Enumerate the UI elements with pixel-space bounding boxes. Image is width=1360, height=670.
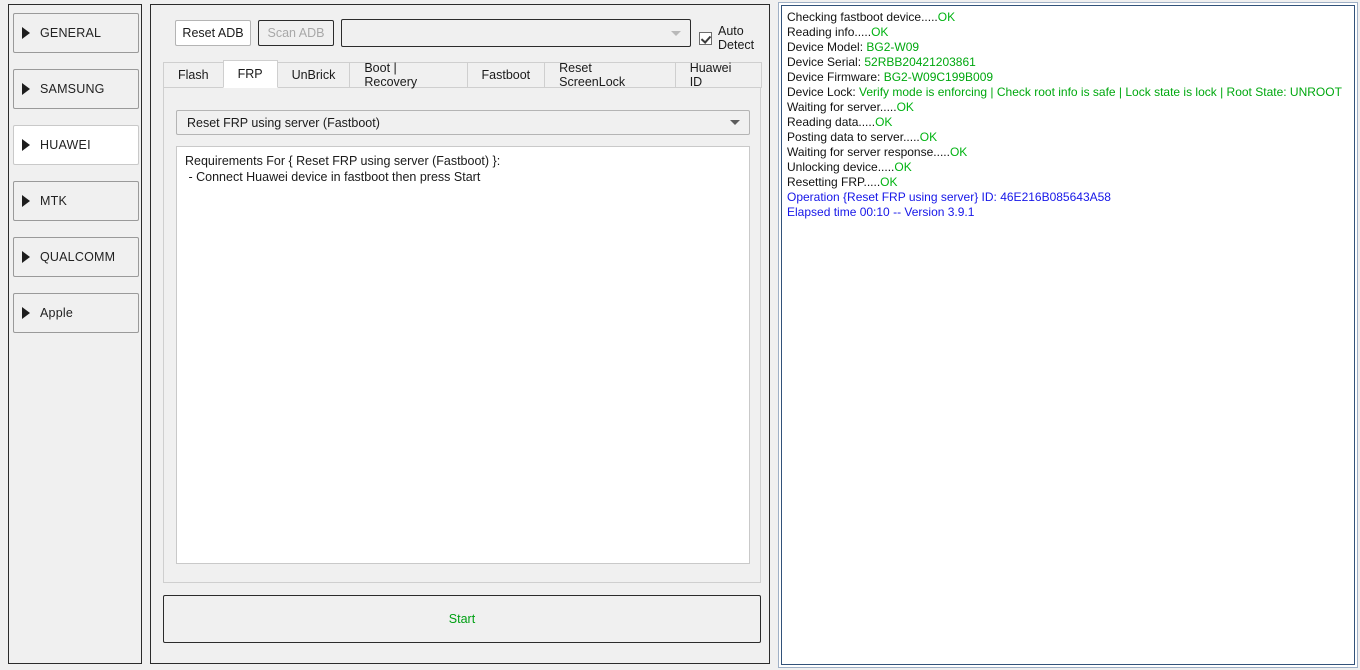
log-line: Waiting for server response.....OK <box>787 145 1354 160</box>
tab-label: FRP <box>237 67 263 81</box>
log-line: Posting data to server.....OK <box>787 130 1354 145</box>
tab-boot-recovery[interactable]: Boot | Recovery <box>349 61 468 89</box>
tab-frp[interactable]: FRP <box>222 60 278 88</box>
sidebar-item-label: SAMSUNG <box>40 82 105 96</box>
tab-label: Reset ScreenLock <box>559 61 626 89</box>
log-segment: OK <box>949 145 968 159</box>
log-segment: Device Serial: <box>787 55 865 69</box>
sidebar-item-label: QUALCOMM <box>40 250 116 264</box>
tab-label: Huawei ID <box>689 61 732 89</box>
log-line: Device Lock: Verify mode is enforcing | … <box>787 85 1354 100</box>
start-button-label: Start <box>448 612 476 626</box>
log-segment: Waiting for server response..... <box>787 145 950 159</box>
log-segment: Verify mode is enforcing | Check root in… <box>859 85 1342 99</box>
log-segment: Device Lock: <box>787 85 860 99</box>
log-segment: Resetting FRP..... <box>787 175 881 189</box>
device-brand-sidebar: GENERAL SAMSUNG HUAWEI MTK QUALCOMM Apple <box>8 4 142 664</box>
operation-tabbar: Flash FRP UnBrick Boot | Recovery Fastboot Re… <box>163 60 763 89</box>
log-segment: OK <box>919 130 938 144</box>
chevron-down-icon <box>730 120 740 125</box>
device-port-combobox[interactable] <box>341 19 691 47</box>
log-line: Reading data.....OK <box>787 115 1354 130</box>
auto-detect-label: Auto Detect <box>718 24 755 52</box>
triangle-right-icon <box>22 195 30 207</box>
log-segment: Reading info..... <box>787 25 872 39</box>
log-segment: Unlocking device..... <box>787 160 895 174</box>
tab-label: UnBrick <box>291 68 336 82</box>
log-segment: BG2-W09C199B009 <box>883 70 994 84</box>
log-segment: Operation {Reset FRP using server} ID: 4… <box>787 190 1111 204</box>
sidebar-item-apple[interactable]: Apple <box>13 293 139 333</box>
log-line: Unlocking device.....OK <box>787 160 1354 175</box>
log-line: Operation {Reset FRP using server} ID: 4… <box>787 190 1354 205</box>
reset-adb-label: Reset ADB <box>182 26 244 40</box>
sidebar-item-samsung[interactable]: SAMSUNG <box>13 69 139 109</box>
log-line: Resetting FRP.....OK <box>787 175 1354 190</box>
log-segment: OK <box>937 10 956 24</box>
log-line: Device Firmware: BG2-W09C199B009 <box>787 70 1354 85</box>
log-segment: OK <box>896 100 914 114</box>
reset-adb-button[interactable]: Reset ADB <box>175 20 251 46</box>
log-segment: OK <box>880 175 898 189</box>
sidebar-item-huawei[interactable]: HUAWEI <box>13 125 139 165</box>
log-segment: Reading data..... <box>787 115 876 129</box>
tab-huawei-id[interactable]: Huawei ID <box>674 61 763 89</box>
log-line: Reading info.....OK <box>787 25 1354 40</box>
log-segment: 52RBB20421203861 <box>864 55 976 69</box>
sidebar-item-label: GENERAL <box>40 26 102 40</box>
sidebar-item-general[interactable]: GENERAL <box>13 13 139 53</box>
chevron-down-icon <box>671 31 681 36</box>
main-panel: Reset ADB Scan ADB Auto Detect Flash FRP U… <box>150 4 770 664</box>
sidebar-item-label: MTK <box>40 194 67 208</box>
tab-label: Fastboot <box>481 68 531 82</box>
log-line: Checking fastboot device.....OK <box>787 10 1354 25</box>
tab-label: Flash <box>178 68 209 82</box>
sidebar-item-qualcomm[interactable]: QUALCOMM <box>13 237 139 277</box>
scan-adb-label: Scan ADB <box>267 26 325 40</box>
log-segment: Checking fastboot device..... <box>787 10 938 24</box>
log-segment: Device Model: <box>787 40 867 54</box>
tab-reset-screenlock[interactable]: Reset ScreenLock <box>544 61 676 89</box>
log-panel[interactable]: Checking fastboot device.....OK Reading i… <box>778 2 1358 668</box>
log-line: Device Model: BG2-W09 <box>787 40 1354 55</box>
auto-detect-checkbox[interactable]: Auto Detect <box>699 24 761 52</box>
log-segment: OK <box>871 25 889 39</box>
triangle-right-icon <box>22 139 30 151</box>
sidebar-item-label: HUAWEI <box>40 138 91 152</box>
triangle-right-icon <box>22 27 30 39</box>
tab-label: Boot | Recovery <box>364 61 418 89</box>
log-segment: OK <box>875 115 893 129</box>
tab-unbrick[interactable]: UnBrick <box>276 62 351 88</box>
scan-adb-button[interactable]: Scan ADB <box>258 20 334 46</box>
log-line: Elapsed time 00:10 -- Version 3.9.1 <box>787 205 1354 220</box>
tab-content-frp: Reset FRP using server (Fastboot) Requir… <box>163 87 761 583</box>
sidebar-item-label: Apple <box>40 306 73 320</box>
log-segment: Device Firmware: <box>787 70 884 84</box>
log-segment: OK <box>894 160 912 174</box>
log-line: Device Serial: 52RBB20421203861 <box>787 55 1354 70</box>
adb-toolbar: Reset ADB Scan ADB Auto Detect <box>163 17 761 52</box>
tab-fastboot[interactable]: Fastboot <box>466 62 546 88</box>
start-button[interactable]: Start <box>163 595 761 643</box>
tab-flash[interactable]: Flash <box>163 62 224 88</box>
log-segment: Posting data to server..... <box>787 130 920 144</box>
log-segment: Waiting for server..... <box>787 100 897 114</box>
requirements-textbox: Requirements For { Reset FRP using serve… <box>176 146 750 564</box>
triangle-right-icon <box>22 251 30 263</box>
log-line: Waiting for server.....OK <box>787 100 1354 115</box>
checkmark-icon <box>699 31 712 45</box>
log-segment: BG2-W09 <box>866 40 920 54</box>
operation-dropdown-value: Reset FRP using server (Fastboot) <box>187 115 380 130</box>
log-output: Checking fastboot device.....OK Reading i… <box>781 5 1355 665</box>
log-segment: Elapsed time 00:10 -- Version 3.9.1 <box>787 205 975 219</box>
triangle-right-icon <box>22 307 30 319</box>
sidebar-item-mtk[interactable]: MTK <box>13 181 139 221</box>
operation-dropdown[interactable]: Reset FRP using server (Fastboot) <box>176 110 750 135</box>
triangle-right-icon <box>22 83 30 95</box>
